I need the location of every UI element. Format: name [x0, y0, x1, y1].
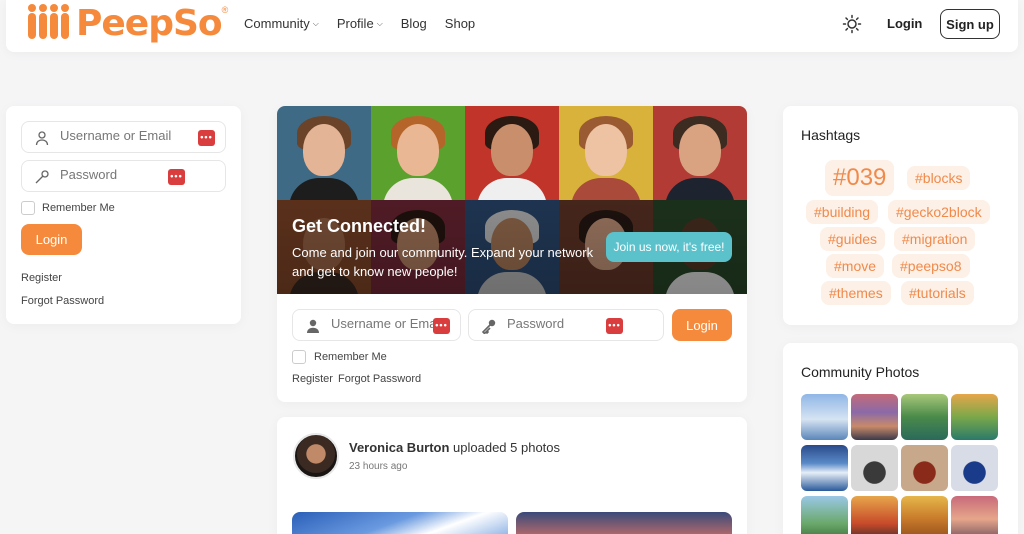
password-manager-icon[interactable]: ••• [198, 130, 215, 146]
main-nav: Community ⌵ Profile ⌵ Blog Shop [244, 16, 475, 31]
key-icon [35, 170, 49, 184]
hero-card: Get Connected! Come and join our communi… [277, 106, 747, 402]
nav-shop[interactable]: Shop [445, 16, 475, 31]
hero-remember-label: Remember Me [314, 351, 387, 363]
post-header: Veronica Burton uploaded 5 photos [349, 440, 560, 455]
community-photo[interactable] [851, 394, 898, 440]
post-author-name[interactable]: Veronica Burton [349, 440, 449, 455]
logo-text: PeepSo [76, 3, 223, 44]
username-field[interactable]: ••• [21, 121, 226, 153]
join-button[interactable]: Join us now, it's free! [606, 232, 732, 262]
remember-checkbox[interactable] [21, 201, 35, 215]
nav-blog[interactable]: Blog [401, 16, 427, 31]
user-icon [35, 131, 49, 146]
forgot-password-link[interactable]: Forgot Password [21, 295, 104, 307]
hashtag-blocks[interactable]: #blocks [907, 166, 971, 190]
password-manager-icon[interactable]: ••• [433, 318, 450, 334]
remember-label: Remember Me [42, 202, 115, 214]
activity-post: Veronica Burton uploaded 5 photos 23 hou… [277, 417, 747, 534]
nav-blog-label: Blog [400, 16, 427, 31]
hashtag-tutorials[interactable]: #tutorials [901, 281, 974, 305]
hashtags-title: Hashtags [801, 127, 861, 143]
hero-username-field[interactable]: ••• [292, 309, 461, 341]
hero-username-input[interactable] [331, 316, 433, 331]
login-button[interactable]: Login [21, 224, 82, 255]
header-login-link[interactable]: Login [887, 16, 922, 31]
community-photo[interactable] [901, 445, 948, 491]
hashtag-peepso8[interactable]: #peepso8 [892, 254, 970, 278]
password-field[interactable]: ••• [21, 160, 226, 192]
hero-register-link[interactable]: Register [292, 373, 333, 385]
hashtag-move[interactable]: #move [826, 254, 885, 278]
community-photo[interactable] [801, 394, 848, 440]
nav-community[interactable]: Community ⌵ [244, 16, 319, 31]
login-widget: ••• ••• Remember Me Login Register Forgo… [6, 106, 241, 324]
hashtag-gecko2block[interactable]: #gecko2block [888, 200, 990, 224]
member-photo [653, 106, 747, 200]
community-photo[interactable] [801, 496, 848, 534]
password-manager-icon[interactable]: ••• [606, 318, 623, 334]
hero-password-field[interactable]: ••• [468, 309, 664, 341]
nav-profile-label: Profile [336, 16, 374, 31]
community-photo[interactable] [951, 496, 998, 534]
hashtag-migration[interactable]: #migration [894, 227, 976, 251]
community-photo[interactable] [951, 394, 998, 440]
logo-registered-mark: ® [221, 5, 229, 15]
nav-community-label: Community [244, 16, 310, 31]
hero-password-input[interactable] [507, 316, 607, 331]
site-header: PeepSo ® Community ⌵ Profile ⌵ Blog Shop… [6, 0, 1018, 52]
post-timestamp[interactable]: 23 hours ago [349, 461, 407, 472]
community-photo[interactable] [851, 445, 898, 491]
nav-profile[interactable]: Profile ⌵ [337, 16, 383, 31]
hero-forgot-password-link[interactable]: Forgot Password [338, 373, 421, 385]
key-icon [481, 319, 496, 334]
hashtag-themes[interactable]: #themes [821, 281, 891, 305]
hero-title: Get Connected! [292, 216, 427, 236]
post-action: uploaded 5 photos [449, 440, 561, 455]
hero-text: Come and join our community. Expand your… [292, 245, 594, 279]
nav-shop-label: Shop [444, 16, 476, 31]
community-photo[interactable] [901, 394, 948, 440]
post-photo[interactable] [292, 512, 508, 534]
chevron-down-icon: ⌵ [312, 18, 319, 28]
hashtag-building[interactable]: #building [806, 200, 879, 224]
hero-banner: Get Connected! Come and join our communi… [277, 106, 747, 294]
member-photo [371, 106, 465, 200]
community-photo[interactable] [801, 445, 848, 491]
member-photo [559, 106, 653, 200]
peepso-logo[interactable]: PeepSo ® [24, 3, 228, 45]
community-photos-widget: Community Photos [783, 343, 1018, 534]
avatar[interactable] [293, 433, 339, 479]
hashtag-guides[interactable]: #guides [820, 227, 886, 251]
password-manager-icon[interactable]: ••• [168, 169, 185, 185]
member-photo [277, 106, 371, 200]
community-photos-title: Community Photos [801, 364, 920, 380]
community-photo[interactable] [851, 496, 898, 534]
register-link[interactable]: Register [21, 272, 62, 284]
logo-people-icon [24, 4, 76, 43]
chevron-down-icon: ⌵ [376, 18, 383, 28]
username-input[interactable] [60, 128, 190, 143]
community-photo[interactable] [901, 496, 948, 534]
user-icon [307, 319, 319, 333]
post-photo[interactable] [516, 512, 732, 534]
hero-login-button[interactable]: Login [672, 309, 732, 341]
hashtag-039[interactable]: #039 [825, 160, 895, 196]
hero-remember-checkbox[interactable] [292, 350, 306, 364]
sun-icon[interactable] [842, 14, 862, 34]
community-photo[interactable] [951, 445, 998, 491]
hashtags-widget: Hashtags #039 #blocks #building #gecko2b… [783, 106, 1018, 325]
member-photo [465, 106, 559, 200]
signup-button[interactable]: Sign up [940, 9, 1000, 39]
